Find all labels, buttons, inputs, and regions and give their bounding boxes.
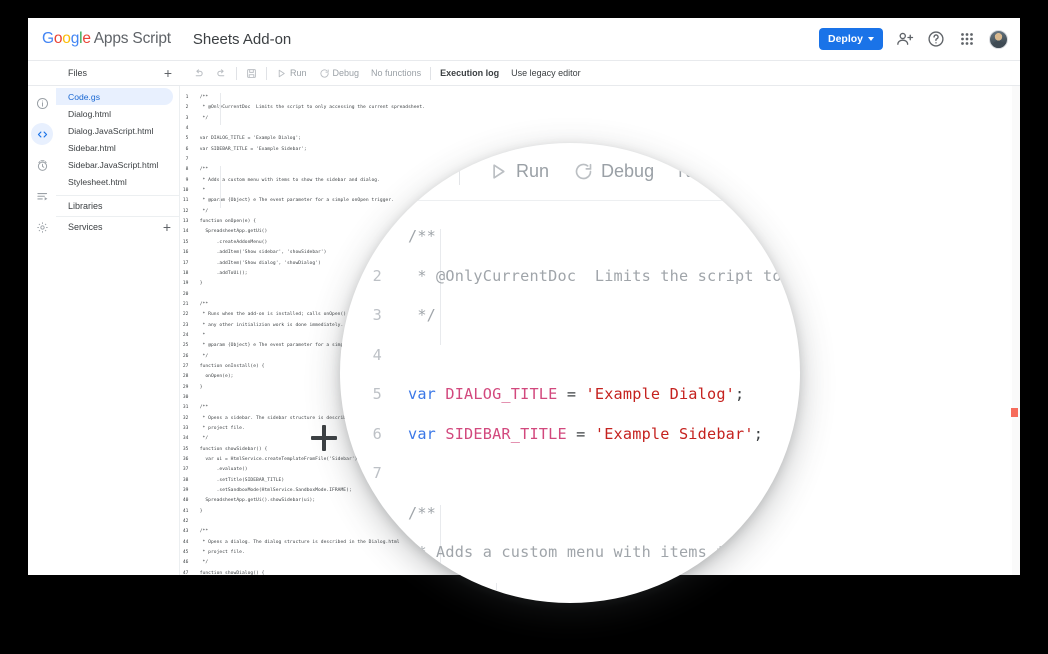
debug-button[interactable]: Debug bbox=[313, 61, 366, 85]
sidebar-item-overview[interactable] bbox=[31, 92, 53, 114]
avatar[interactable] bbox=[989, 29, 1008, 49]
debug-button-label: Debug bbox=[332, 68, 360, 78]
toolbar-divider-3 bbox=[430, 66, 432, 80]
file-item-stylesheet-html[interactable]: Stylesheet.html bbox=[56, 173, 179, 190]
editor-toolbar: Files + Run Debug No functions Execution… bbox=[28, 60, 1020, 86]
toolbar-files-spacer: Files + bbox=[56, 61, 180, 85]
libraries-section[interactable]: Libraries bbox=[56, 195, 179, 216]
line-number: 8 bbox=[372, 503, 382, 522]
execution-log-label: Execution log bbox=[440, 68, 500, 78]
line-text: /** bbox=[408, 227, 437, 245]
project-title[interactable]: Sheets Add-on bbox=[193, 31, 291, 48]
execution-log-button[interactable]: Execution log bbox=[434, 61, 505, 85]
app-logo[interactable]: Google Apps Script bbox=[42, 30, 171, 48]
line-text: * @OnlyCurrentDoc Limits the script to o… bbox=[408, 266, 800, 285]
line-number: 6 bbox=[372, 424, 382, 443]
services-section[interactable]: Services + bbox=[56, 216, 179, 237]
deploy-button[interactable]: Deploy bbox=[818, 28, 883, 50]
use-legacy-editor-label: Use legacy editor bbox=[511, 68, 581, 78]
function-selector[interactable]: No functions bbox=[365, 61, 427, 85]
chevron-down-icon bbox=[868, 37, 874, 41]
toolbar-divider-2 bbox=[266, 66, 267, 80]
use-legacy-editor-link[interactable]: Use legacy editor bbox=[505, 61, 587, 85]
magnified-toolbar: Run Debug No fu bbox=[340, 143, 800, 201]
line-text: /** bbox=[408, 503, 437, 522]
line-number: 1 bbox=[372, 227, 382, 245]
error-marker[interactable] bbox=[1011, 408, 1018, 417]
file-label: Sidebar.html bbox=[68, 142, 116, 153]
magnified-debug-label: Debug bbox=[601, 161, 655, 181]
line-number: 3 bbox=[372, 306, 382, 324]
undo-button[interactable] bbox=[187, 61, 210, 85]
sidebar-item-settings[interactable] bbox=[31, 216, 53, 238]
nav-rail bbox=[28, 86, 56, 575]
redo-button[interactable] bbox=[210, 61, 233, 85]
run-button[interactable]: Run bbox=[270, 61, 313, 85]
magnified-run-button[interactable]: Run bbox=[488, 161, 549, 182]
magnified-code[interactable]: 1 /** 2 * @OnlyCurrentDoc Limits the scri… bbox=[340, 217, 800, 603]
magnified-function-selector[interactable]: No fu bbox=[678, 161, 721, 182]
line-text: */ bbox=[408, 306, 437, 324]
editor-scrollbar[interactable] bbox=[1012, 86, 1020, 575]
indent-guide bbox=[220, 93, 221, 125]
file-item-sidebar-html[interactable]: Sidebar.html bbox=[56, 139, 179, 156]
add-file-button[interactable]: + bbox=[164, 66, 172, 80]
file-label: Stylesheet.html bbox=[68, 176, 127, 187]
run-button-label: Run bbox=[290, 68, 307, 78]
zoom-in-cursor bbox=[311, 425, 337, 451]
file-item-sidebar-javascript-html[interactable]: Sidebar.JavaScript.html bbox=[56, 156, 179, 173]
function-selector-label: No functions bbox=[371, 68, 422, 78]
indent-guide bbox=[220, 166, 221, 208]
file-label: Dialog.JavaScript.html bbox=[68, 125, 154, 136]
help-icon[interactable] bbox=[927, 30, 945, 48]
toolbar-divider bbox=[236, 66, 237, 80]
files-panel: Code.gs Dialog.html Dialog.JavaScript.ht… bbox=[56, 86, 180, 575]
line-text: * bbox=[408, 582, 427, 601]
apps-grid-icon[interactable] bbox=[958, 30, 976, 48]
files-list: Code.gs Dialog.html Dialog.JavaScript.ht… bbox=[56, 88, 179, 195]
magnified-save-button[interactable] bbox=[414, 161, 435, 182]
magnified-function-label: No fu bbox=[678, 161, 722, 181]
files-panel-title: Files bbox=[68, 68, 88, 78]
magnifier-lens: Run Debug No fu 1 /** 2 * @OnlyCurrentDoc… bbox=[340, 143, 800, 603]
line-text: * Adds a custom menu with items to show … bbox=[417, 543, 800, 561]
magnified-run-label: Run bbox=[516, 161, 550, 181]
logo-product-name: Apps Script bbox=[93, 30, 171, 47]
sidebar-item-executions[interactable] bbox=[31, 185, 53, 207]
screenshot-stage: GoogleApps Script Sheets Add-on Deploy bbox=[0, 0, 1048, 654]
line-number: 5 bbox=[372, 385, 382, 403]
header-actions: Deploy bbox=[818, 28, 1008, 50]
deploy-button-label: Deploy bbox=[827, 33, 863, 45]
toolbar-actions: Run Debug No functions Execution log Use… bbox=[180, 61, 1020, 85]
file-item-dialog-javascript-html[interactable]: Dialog.JavaScript.html bbox=[56, 122, 179, 139]
line-number: 2 bbox=[372, 266, 382, 285]
file-item-dialog-html[interactable]: Dialog.html bbox=[56, 105, 179, 122]
sidebar-item-editor[interactable] bbox=[31, 123, 53, 145]
line-number: 7 bbox=[372, 464, 382, 482]
magnified-toolbar-divider bbox=[459, 158, 460, 185]
app-header: Google Apps Script Sheets Add-on Deploy bbox=[28, 18, 1020, 60]
sidebar-item-triggers[interactable] bbox=[31, 154, 53, 176]
services-label: Services bbox=[68, 222, 103, 232]
file-label: Code.gs bbox=[68, 91, 101, 102]
file-label: Sidebar.JavaScript.html bbox=[68, 159, 159, 170]
line-number: 10 bbox=[363, 582, 382, 601]
add-person-icon[interactable] bbox=[896, 30, 914, 48]
magnified-debug-button[interactable]: Debug bbox=[573, 161, 654, 182]
file-item-code-gs[interactable]: Code.gs bbox=[56, 88, 173, 105]
line-number: 4 bbox=[372, 345, 382, 364]
add-service-button[interactable]: + bbox=[163, 220, 171, 234]
line-number: 9 bbox=[372, 543, 382, 561]
save-button[interactable] bbox=[240, 61, 263, 85]
file-label: Dialog.html bbox=[68, 108, 111, 119]
libraries-label: Libraries bbox=[68, 201, 103, 211]
toolbar-rail-spacer bbox=[28, 61, 56, 85]
